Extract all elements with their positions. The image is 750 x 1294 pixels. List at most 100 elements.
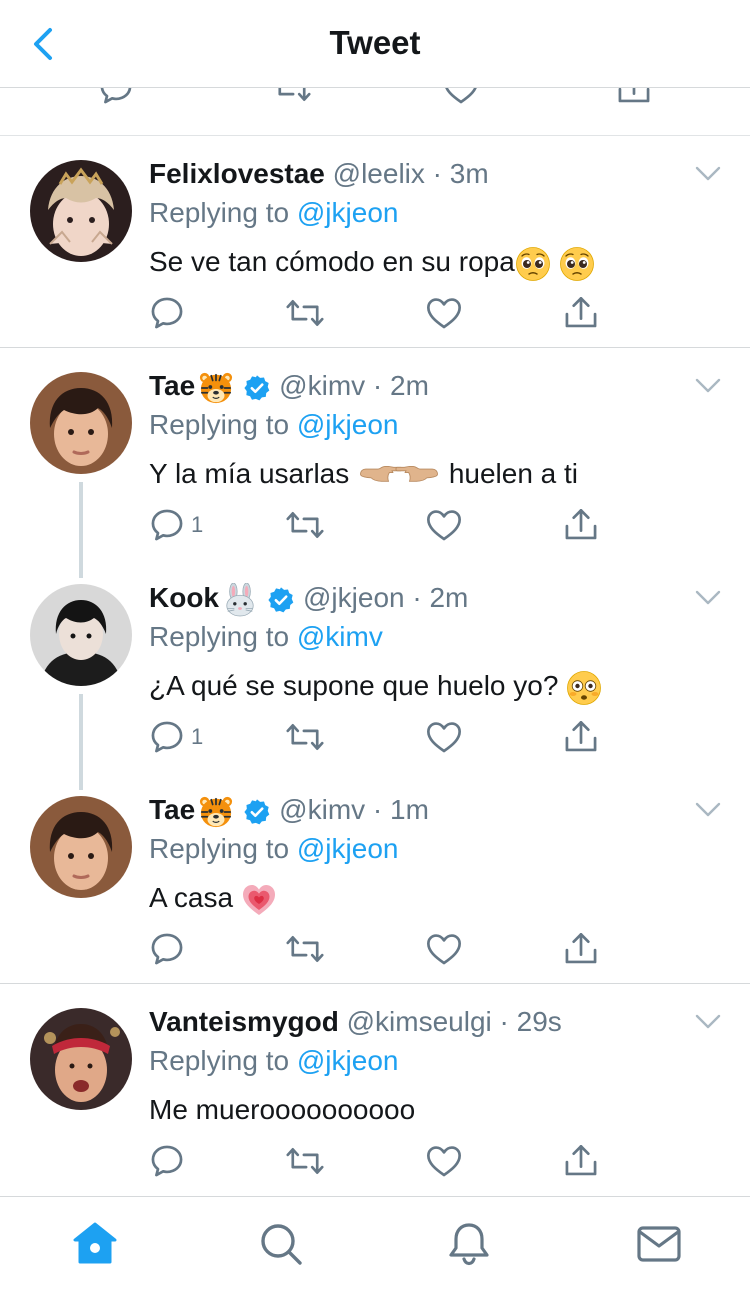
reply-icon[interactable] <box>98 88 134 106</box>
share-icon <box>563 295 599 331</box>
reply-button[interactable] <box>149 293 185 333</box>
dot-separator: · <box>404 582 430 613</box>
replying-to: Replying to @jkjeon <box>149 831 398 867</box>
share-button[interactable] <box>563 505 599 545</box>
search-icon[interactable] <box>258 1221 304 1267</box>
display-name[interactable]: Vanteismygod <box>149 1006 339 1037</box>
username-handle[interactable]: @jkjeon <box>303 582 405 613</box>
rabbit-face-emoji-icon <box>223 583 257 617</box>
display-name[interactable]: Kook <box>149 582 219 613</box>
reply-icon <box>149 507 185 543</box>
tweet-text-content: huelen a ti <box>448 458 579 489</box>
pleading-face-emoji-icon <box>515 246 551 282</box>
tweet-actions: 1 <box>149 505 609 545</box>
tweet-item[interactable]: Tae @kimv · 1m Replying to @jkjeon A casa <box>0 772 750 984</box>
retweet-button[interactable] <box>285 505 325 545</box>
tiger-face-emoji-icon <box>199 371 233 405</box>
pleading-face-emoji-icon <box>559 246 595 282</box>
chevron-down-icon[interactable] <box>694 589 722 607</box>
mention-link[interactable]: @jkjeon <box>297 409 399 440</box>
avatar[interactable] <box>30 584 132 686</box>
mention-link[interactable]: @jkjeon <box>297 197 399 228</box>
retweet-button[interactable] <box>285 929 325 969</box>
timestamp: 29s <box>516 1006 562 1037</box>
reply-button[interactable]: 1 <box>149 717 203 757</box>
chevron-down-icon[interactable] <box>694 165 722 183</box>
share-button[interactable] <box>563 717 599 757</box>
like-button[interactable] <box>425 293 463 333</box>
reply-count: 1 <box>191 724 204 749</box>
retweet-button[interactable] <box>285 717 325 757</box>
reply-button[interactable] <box>149 929 185 969</box>
mention-link[interactable]: @jkjeon <box>297 1045 399 1076</box>
mention-link[interactable]: @kimv <box>297 621 383 652</box>
display-name[interactable]: Tae <box>149 794 195 825</box>
share-icon <box>563 507 599 543</box>
messages-icon[interactable] <box>636 1221 682 1267</box>
replying-to: Replying to @jkjeon <box>149 407 398 443</box>
notifications-icon[interactable] <box>446 1221 492 1267</box>
pointing-fingers-emoji-icon <box>357 460 441 492</box>
replying-to-label: Replying to <box>149 621 290 652</box>
like-icon[interactable] <box>442 88 480 106</box>
chevron-down-icon[interactable] <box>694 801 722 819</box>
reply-button[interactable] <box>149 1141 185 1181</box>
tweet-text-content: Me mueroooooooooo <box>149 1094 416 1125</box>
reply-icon <box>149 931 185 967</box>
like-button[interactable] <box>425 1141 463 1181</box>
replying-to: Replying to @kimv <box>149 619 383 655</box>
retweet-icon <box>285 931 325 967</box>
display-name[interactable]: Felixlovestae <box>149 158 325 189</box>
username-handle[interactable]: @kimseulgi <box>347 1006 492 1037</box>
tweet-actions <box>149 1141 609 1181</box>
avatar[interactable] <box>30 372 132 474</box>
tweet-text-content: A casa <box>149 882 234 913</box>
like-button[interactable] <box>425 717 463 757</box>
bottom-tab-bar <box>0 1196 750 1294</box>
username-handle[interactable]: @kimv <box>279 370 365 401</box>
avatar[interactable] <box>30 1008 132 1110</box>
tweet-text: ¿A qué se supone que huelo yo? <box>149 668 602 706</box>
like-icon <box>425 719 463 755</box>
replying-to-label: Replying to <box>149 409 290 440</box>
like-button[interactable] <box>425 929 463 969</box>
retweet-icon[interactable] <box>272 88 312 106</box>
mention-link[interactable]: @jkjeon <box>297 833 399 864</box>
tweet-actions: 1 <box>149 717 609 757</box>
username-handle[interactable]: @kimv <box>279 794 365 825</box>
timestamp: 2m <box>429 582 469 613</box>
share-button[interactable] <box>563 1141 599 1181</box>
share-button[interactable] <box>563 929 599 969</box>
reply-icon <box>149 295 185 331</box>
avatar[interactable] <box>30 796 132 898</box>
avatar[interactable] <box>30 160 132 262</box>
reply-icon <box>149 719 185 755</box>
tweet-item[interactable]: Felixlovestae @leelix · 3m Replying to @… <box>0 136 750 348</box>
share-icon[interactable] <box>616 88 652 106</box>
tweet-text-content: ¿A qué se supone que huelo yo? <box>149 670 559 701</box>
top-nav-bar: Tweet <box>0 0 750 88</box>
replying-to-label: Replying to <box>149 1045 290 1076</box>
tweet-text: A casa <box>149 880 277 918</box>
retweet-button[interactable] <box>285 1141 325 1181</box>
chevron-down-icon[interactable] <box>694 1013 722 1031</box>
chevron-down-icon[interactable] <box>694 377 722 395</box>
like-icon <box>425 931 463 967</box>
share-button[interactable] <box>563 293 599 333</box>
verified-badge-icon <box>243 798 271 826</box>
home-icon[interactable] <box>72 1221 118 1267</box>
retweet-button[interactable] <box>285 293 325 333</box>
tweet-item[interactable]: Kook @jkjeon · 2m Replying to @kimv ¿A qu… <box>0 560 750 772</box>
reply-button[interactable]: 1 <box>149 505 203 545</box>
verified-badge-icon <box>267 586 295 614</box>
username-handle[interactable]: @leelix <box>333 158 425 189</box>
dot-separator: · <box>365 794 391 825</box>
tweet-actions <box>149 293 609 333</box>
tweet-item[interactable]: Vanteismygod @kimseulgi · 29s Replying t… <box>0 984 750 1196</box>
tweet-item[interactable]: Tae @kimv · 2m Replying to @jkjeon Y la m… <box>0 348 750 560</box>
like-button[interactable] <box>425 505 463 545</box>
tweet-header: Felixlovestae @leelix · 3m <box>149 156 489 192</box>
tweet-text-content: Se ve tan cómodo en su ropa <box>149 246 515 277</box>
timestamp: 2m <box>390 370 429 401</box>
display-name[interactable]: Tae <box>149 370 195 401</box>
